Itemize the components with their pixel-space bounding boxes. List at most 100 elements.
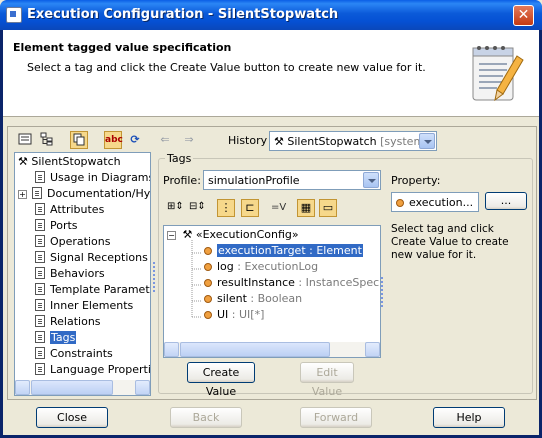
tags-group: Tags Profile: simulationProfile ⊞⇕ ⊟⇕ ⋮ … bbox=[158, 152, 533, 398]
profile-label: Profile: bbox=[163, 174, 201, 187]
create-value-button[interactable]: Create Value bbox=[187, 362, 255, 398]
document-icon bbox=[35, 331, 45, 343]
tag-hint-text: Select tag and click Create Value to cre… bbox=[391, 223, 509, 261]
title-bar[interactable]: Execution Configuration - SilentStopwatc… bbox=[0, 0, 542, 30]
document-icon bbox=[35, 283, 45, 295]
tree-view-icon[interactable] bbox=[38, 131, 56, 149]
horizontal-scrollbar[interactable] bbox=[15, 380, 150, 395]
tree-item-label: Inner Elements bbox=[50, 299, 134, 312]
dialog-body: Element tagged value specification Selec… bbox=[3, 30, 539, 435]
notepad-pencil-icon bbox=[472, 46, 524, 102]
tree-item-constraints[interactable]: Constraints bbox=[35, 347, 113, 363]
tree-item-label: Tags bbox=[50, 331, 77, 344]
expand-icon[interactable]: + bbox=[18, 190, 27, 199]
element-tree: ⚒ SilentStopwatch Usage in Diagrams + Doc… bbox=[14, 152, 151, 396]
document-icon bbox=[35, 347, 45, 359]
back-arrow-icon[interactable]: ⇐ bbox=[156, 131, 174, 149]
group-by-icon[interactable]: ⊏ bbox=[241, 199, 259, 217]
profile-combo[interactable]: simulationProfile bbox=[203, 170, 381, 190]
tree-item-behaviors[interactable]: Behaviors bbox=[35, 267, 105, 283]
edit-value-button[interactable]: Edit Value bbox=[300, 362, 354, 398]
show-values-icon[interactable]: =V bbox=[271, 202, 286, 213]
document-icon bbox=[35, 171, 45, 183]
close-button[interactable]: Close bbox=[36, 407, 108, 428]
history-value: SilentStopwatch bbox=[287, 135, 377, 148]
help-button[interactable]: Help bbox=[433, 407, 505, 428]
tree-item-template-parameters[interactable]: Template Paramete bbox=[35, 283, 151, 299]
scroll-thumb[interactable] bbox=[31, 380, 113, 395]
tree-item-label: Attributes bbox=[50, 203, 105, 216]
document-icon bbox=[35, 251, 45, 263]
browse-button[interactable]: ... bbox=[485, 192, 527, 210]
dialog-header: Element tagged value specification Selec… bbox=[3, 30, 539, 117]
property-field[interactable]: execution... bbox=[391, 192, 479, 212]
tag-horizontal-scrollbar[interactable] bbox=[164, 342, 380, 357]
scroll-right-icon[interactable] bbox=[135, 380, 150, 395]
history-value-wrap: ⚒ SilentStopwatch [system] bbox=[274, 135, 428, 148]
tool-icon: ⚒ bbox=[274, 135, 284, 148]
history-label: History : bbox=[228, 134, 275, 147]
grid-view-icon[interactable]: ▦ bbox=[297, 199, 315, 217]
copy-icon[interactable] bbox=[70, 131, 88, 149]
tree-item-inner-elements[interactable]: Inner Elements bbox=[35, 299, 133, 315]
tree-item-label: Behaviors bbox=[50, 267, 105, 280]
scroll-right-icon[interactable] bbox=[365, 342, 380, 357]
back-button[interactable]: Back bbox=[170, 407, 242, 428]
tool-icon: ⚒ bbox=[18, 155, 28, 168]
scroll-left-icon[interactable] bbox=[164, 342, 179, 357]
tree-item-tags[interactable]: Tags bbox=[35, 331, 77, 347]
tree-item-label: Template Paramete bbox=[50, 283, 151, 296]
close-window-button[interactable]: ✕ bbox=[513, 5, 534, 26]
forward-arrow-icon[interactable]: ⇒ bbox=[180, 131, 198, 149]
document-icon bbox=[35, 267, 45, 279]
document-icon bbox=[35, 363, 45, 375]
tree-root-label: SilentStopwatch bbox=[31, 155, 121, 168]
tree-item-label: Constraints bbox=[50, 347, 113, 360]
refresh-icon[interactable]: ⟳ bbox=[126, 131, 144, 149]
tree-item-label: Documentation/Hyp bbox=[47, 187, 151, 200]
tag-tree: − ⚒ «ExecutionConfig» executionTarget : … bbox=[163, 225, 381, 358]
scroll-left-icon[interactable] bbox=[15, 380, 30, 395]
property-label: Property: bbox=[391, 174, 441, 187]
chevron-down-icon[interactable] bbox=[419, 133, 435, 149]
tree-item-language-properties[interactable]: Language Propertie bbox=[35, 363, 151, 379]
show-inherited-icon[interactable]: ⋮ bbox=[217, 199, 235, 217]
list-view-icon[interactable] bbox=[16, 131, 34, 149]
tree-item-label: Usage in Diagrams bbox=[50, 171, 151, 184]
tree-item-label: Language Propertie bbox=[50, 363, 151, 376]
header-title: Element tagged value specification bbox=[13, 41, 232, 54]
tree-item-attributes[interactable]: Attributes bbox=[35, 203, 104, 219]
tree-item-label: Signal Receptions bbox=[50, 251, 148, 264]
document-icon bbox=[35, 315, 45, 327]
forward-button[interactable]: Forward bbox=[300, 407, 372, 428]
document-icon bbox=[35, 235, 45, 247]
tree-item-usage[interactable]: Usage in Diagrams bbox=[35, 171, 151, 187]
profile-value: simulationProfile bbox=[208, 174, 300, 187]
compact-view-icon[interactable]: ▭ bbox=[319, 199, 337, 217]
toolbar: abc ⟳ ⇐ ⇒ History : ⚒ SilentStopwatch [s… bbox=[8, 127, 538, 151]
tree-item-documentation[interactable]: + Documentation/Hyp bbox=[18, 187, 151, 203]
splitter-handle[interactable] bbox=[381, 277, 383, 307]
property-icon bbox=[396, 199, 404, 207]
app-icon bbox=[6, 7, 22, 23]
main-panel: abc ⟳ ⇐ ⇒ History : ⚒ SilentStopwatch [s… bbox=[7, 126, 537, 400]
tree-item-label: Operations bbox=[50, 235, 111, 248]
window-title: Execution Configuration - SilentStopwatc… bbox=[27, 7, 339, 22]
chevron-down-icon[interactable] bbox=[363, 172, 379, 188]
splitter-handle[interactable] bbox=[153, 262, 155, 292]
collapse-all-icon[interactable]: ⊟⇕ bbox=[189, 201, 206, 212]
history-combo[interactable]: ⚒ SilentStopwatch [system] bbox=[269, 131, 437, 151]
scroll-thumb[interactable] bbox=[180, 342, 330, 357]
header-description: Select a tag and click the Create Value … bbox=[27, 61, 426, 74]
expand-all-icon[interactable]: ⊞⇕ bbox=[167, 201, 184, 212]
dialog-window: Execution Configuration - SilentStopwatc… bbox=[0, 0, 542, 438]
abc-sort-icon[interactable]: abc bbox=[104, 131, 123, 149]
tree-item-label: Ports bbox=[50, 219, 78, 232]
tree-item-operations[interactable]: Operations bbox=[35, 235, 110, 251]
tree-item-signal-receptions[interactable]: Signal Receptions bbox=[35, 251, 148, 267]
tree-connector-lines bbox=[191, 240, 202, 318]
tree-item-relations[interactable]: Relations bbox=[35, 315, 101, 331]
tree-item-ports[interactable]: Ports bbox=[35, 219, 78, 235]
tree-root[interactable]: ⚒ SilentStopwatch bbox=[18, 155, 121, 171]
tags-group-label: Tags bbox=[165, 152, 194, 165]
